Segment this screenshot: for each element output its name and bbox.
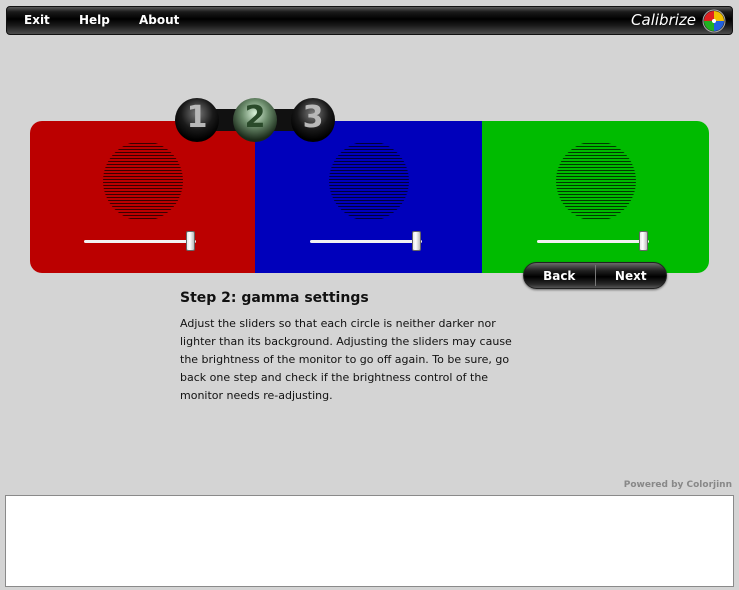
red-gamma-circle: [103, 141, 183, 221]
green-slider-track[interactable]: [537, 240, 649, 243]
brand-logo-icon: [702, 9, 726, 33]
red-slider-track[interactable]: [84, 240, 196, 243]
gamma-panels: [30, 121, 709, 273]
step-1-label[interactable]: 1: [182, 100, 212, 135]
red-panel: [30, 121, 255, 273]
step-indicator: 1 2 3: [175, 97, 335, 143]
blue-slider-track[interactable]: [310, 240, 422, 243]
green-slider-thumb[interactable]: [638, 231, 648, 251]
step-title: Step 2: gamma settings: [180, 290, 369, 306]
red-slider-thumb[interactable]: [185, 231, 195, 251]
step-2-label[interactable]: 2: [240, 100, 270, 135]
menu-bar: Exit Help About Calibrize: [6, 6, 733, 35]
blue-panel: [255, 121, 482, 273]
menu-about[interactable]: About: [139, 13, 179, 27]
bottom-panel: [5, 495, 734, 587]
blue-slider-thumb[interactable]: [411, 231, 421, 251]
menu-help[interactable]: Help: [79, 13, 110, 27]
step-description: Adjust the sliders so that each circle i…: [180, 317, 512, 402]
blue-gamma-circle: [329, 141, 409, 221]
green-panel: [482, 121, 709, 273]
back-button[interactable]: Back: [524, 263, 595, 288]
green-gamma-circle: [556, 141, 636, 221]
powered-by: Powered by Colorjinn: [623, 480, 732, 490]
brand-name: Calibrize: [631, 11, 696, 29]
step-3-label[interactable]: 3: [298, 100, 328, 135]
next-button[interactable]: Next: [596, 263, 667, 288]
nav-buttons: Back Next: [523, 262, 667, 289]
menu-exit[interactable]: Exit: [24, 13, 50, 27]
